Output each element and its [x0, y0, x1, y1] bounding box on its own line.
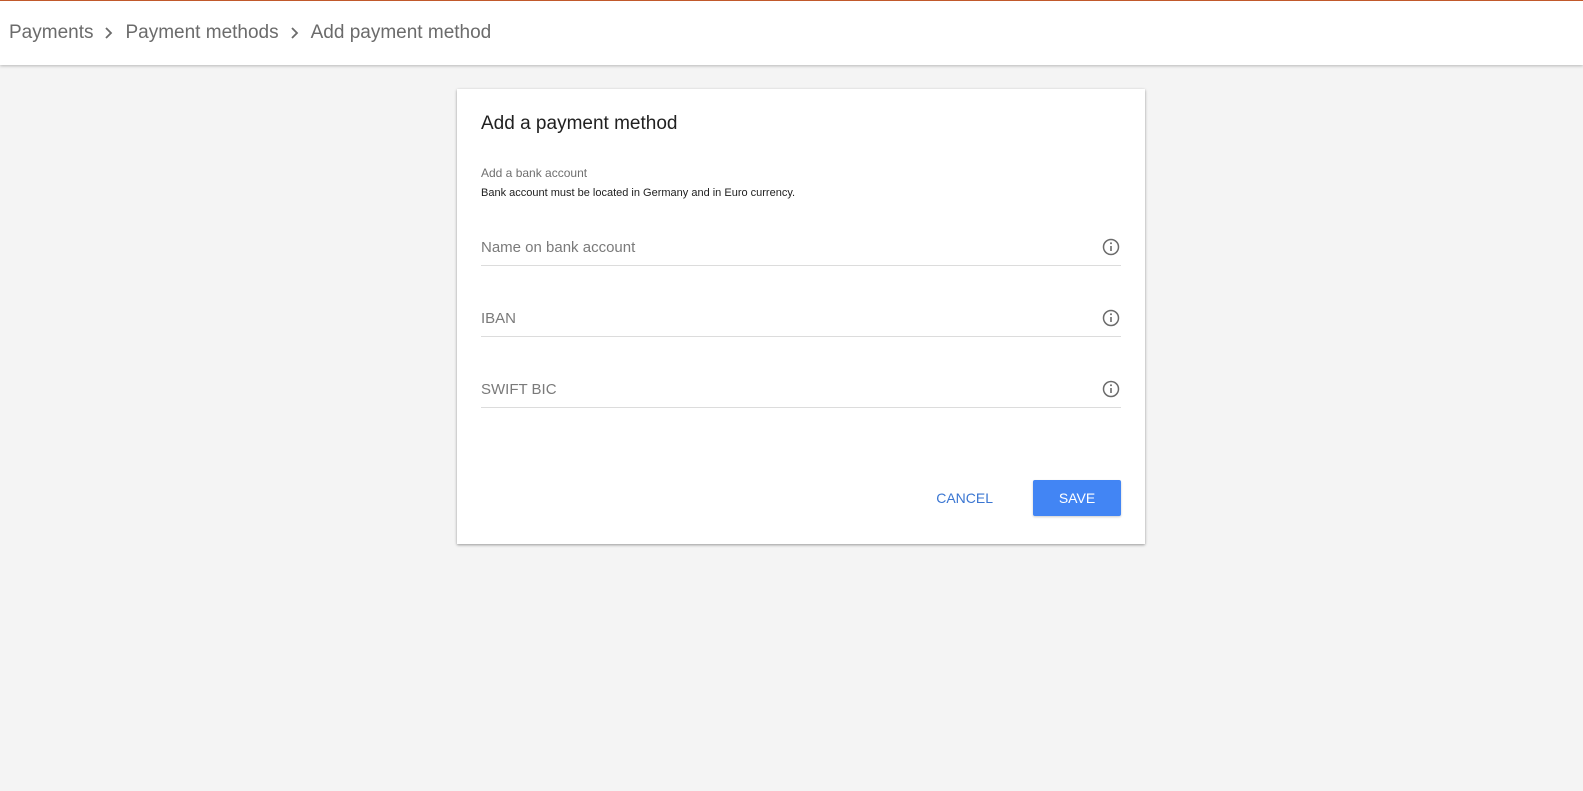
name-on-account-field-wrapper — [481, 231, 1121, 266]
breadcrumb-add-payment-method: Add payment method — [310, 22, 492, 43]
cancel-button[interactable]: CANCEL — [922, 480, 1007, 516]
breadcrumb: Payments Payment methods Add payment met… — [9, 19, 491, 47]
info-icon[interactable] — [1101, 379, 1121, 399]
chevron-right-icon — [93, 19, 125, 47]
add-payment-method-card: Add a payment method Add a bank account … — [457, 89, 1145, 544]
section-description: Bank account must be located in Germany … — [481, 187, 796, 199]
card-actions: CANCEL SAVE — [922, 480, 1121, 516]
info-icon[interactable] — [1101, 308, 1121, 328]
breadcrumb-payment-methods[interactable]: Payment methods — [125, 22, 278, 44]
save-button[interactable]: SAVE — [1033, 480, 1121, 516]
chevron-right-icon — [279, 19, 311, 47]
top-bar: Payments Payment methods Add payment met… — [0, 0, 1583, 65]
card-title: Add a payment method — [481, 113, 678, 134]
iban-field-wrapper — [481, 302, 1121, 337]
swift-bic-input[interactable] — [481, 373, 1081, 405]
info-icon[interactable] — [1101, 237, 1121, 257]
section-label: Add a bank account — [481, 166, 588, 180]
name-on-account-input[interactable] — [481, 231, 1081, 263]
iban-input[interactable] — [481, 302, 1081, 334]
breadcrumb-payments[interactable]: Payments — [9, 22, 93, 44]
swift-bic-field-wrapper — [481, 373, 1121, 408]
